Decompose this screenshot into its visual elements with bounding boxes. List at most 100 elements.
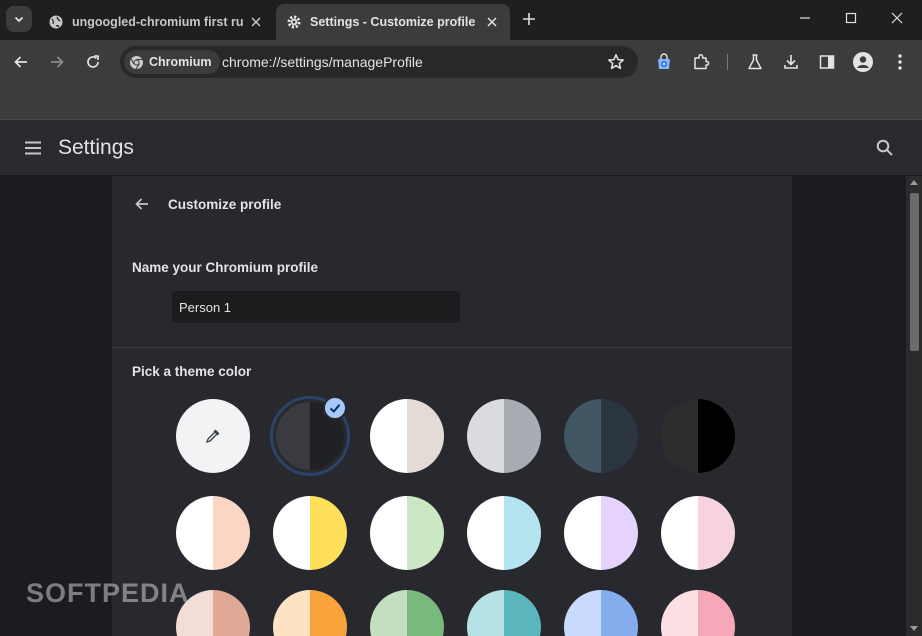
- arrow-right-icon: [51, 56, 64, 68]
- theme-color-swatch[interactable]: [370, 399, 444, 473]
- url-text: chrome://settings/manageProfile: [222, 54, 423, 70]
- site-chip-label: Chromium: [149, 55, 212, 69]
- swatch-right-half: [698, 399, 735, 473]
- settings-page: Customize profile Name your Chromium pro…: [0, 176, 906, 636]
- theme-color-swatch[interactable]: [564, 590, 638, 636]
- more-vert-icon: [898, 54, 902, 70]
- tab-settings[interactable]: Settings - Customize profile: [276, 4, 510, 40]
- bookmark-star-button[interactable]: [604, 50, 628, 74]
- web-store-extension-button[interactable]: [650, 48, 678, 76]
- scrollbar-thumb[interactable]: [910, 193, 919, 351]
- settings-header: Settings: [0, 120, 922, 176]
- scroll-down-arrow[interactable]: [910, 626, 918, 631]
- eyedropper-icon: [205, 429, 220, 444]
- profile-name-input[interactable]: [172, 291, 460, 323]
- chrome-labs-button[interactable]: [741, 48, 769, 76]
- bookmarks-bar-area: [0, 84, 922, 120]
- flask-icon: [748, 54, 762, 70]
- minimize-button[interactable]: [782, 0, 828, 36]
- theme-color-swatch[interactable]: [564, 496, 638, 570]
- side-panel-icon: [819, 55, 835, 69]
- swatch-right-half: [698, 496, 735, 570]
- tab-search-button[interactable]: [6, 6, 32, 32]
- section-divider: [112, 347, 792, 348]
- chevron-down-icon: [14, 16, 24, 23]
- swatch-left-half: [467, 496, 504, 570]
- tab-first-run[interactable]: ungoogled-chromium first run: [38, 4, 274, 40]
- puzzle-icon: [694, 53, 710, 70]
- watermark-text: SOFTPEDIA: [26, 578, 190, 608]
- profile-name-label: Name your Chromium profile: [132, 260, 319, 275]
- swatch-left-half: [467, 590, 504, 636]
- swatch-left-half: [564, 399, 601, 473]
- swatch-left-half: [370, 399, 407, 473]
- theme-color-label: Pick a theme color: [132, 364, 252, 379]
- swatch-left-half: [273, 590, 310, 636]
- swatch-right-half: [601, 590, 638, 636]
- subpage-header: Customize profile: [130, 190, 281, 218]
- swatch-right-half: [504, 496, 541, 570]
- swatch-left-half: [661, 399, 698, 473]
- profile-button[interactable]: [849, 48, 877, 76]
- theme-color-swatch[interactable]: [370, 496, 444, 570]
- chromium-logo-icon: [129, 55, 144, 69]
- custom-color-picker[interactable]: [176, 399, 250, 473]
- close-window-button[interactable]: [874, 0, 920, 36]
- avatar-icon: [853, 52, 873, 72]
- search-icon[interactable]: [874, 137, 896, 159]
- site-info-chip[interactable]: Chromium: [124, 50, 220, 74]
- swatch-left-half: [370, 590, 407, 636]
- swatch-left-half: [564, 496, 601, 570]
- new-tab-button[interactable]: [518, 8, 540, 30]
- side-panel-button[interactable]: [813, 48, 841, 76]
- theme-color-swatch[interactable]: [467, 399, 541, 473]
- back-arrow-icon[interactable]: [130, 192, 154, 216]
- scrollbar[interactable]: [906, 176, 922, 636]
- theme-color-swatch[interactable]: [564, 399, 638, 473]
- tab-title: Settings - Customize profile: [310, 15, 476, 29]
- star-icon: [608, 54, 624, 70]
- minimize-icon: [800, 17, 810, 19]
- reload-button[interactable]: [79, 48, 107, 76]
- toolbar-divider: [727, 54, 728, 70]
- maximize-icon: [845, 12, 857, 24]
- theme-color-swatch[interactable]: [661, 399, 735, 473]
- gear-icon: [286, 14, 302, 30]
- theme-color-swatch[interactable]: [273, 496, 347, 570]
- back-button[interactable]: [7, 48, 35, 76]
- theme-color-swatch[interactable]: [467, 496, 541, 570]
- extensions-button[interactable]: [687, 48, 715, 76]
- swatch-right-half: [310, 590, 347, 636]
- swatch-left-half: [564, 590, 601, 636]
- downloads-button[interactable]: [777, 48, 805, 76]
- close-icon: [891, 12, 903, 24]
- maximize-button[interactable]: [828, 0, 874, 36]
- swatch-right-half: [601, 496, 638, 570]
- swatch-left-half: [661, 590, 698, 636]
- swatch-left-half: [467, 399, 504, 473]
- swatch-left-half: [370, 496, 407, 570]
- theme-color-swatch[interactable]: [176, 496, 250, 570]
- theme-color-swatch[interactable]: [661, 496, 735, 570]
- close-tab-icon[interactable]: [480, 10, 504, 34]
- address-bar[interactable]: Chromium chrome://settings/manageProfile: [120, 46, 638, 78]
- scroll-up-arrow[interactable]: [910, 180, 918, 185]
- forward-button[interactable]: [43, 48, 71, 76]
- browser-menu-button[interactable]: [886, 48, 914, 76]
- download-icon: [784, 55, 798, 69]
- close-tab-icon[interactable]: [244, 10, 268, 34]
- theme-color-swatch[interactable]: [661, 590, 735, 636]
- swatch-right-half: [407, 496, 444, 570]
- theme-color-swatch[interactable]: [370, 590, 444, 636]
- swatch-right-half: [213, 496, 250, 570]
- theme-color-swatch[interactable]: [273, 590, 347, 636]
- customize-profile-card: Customize profile Name your Chromium pro…: [112, 176, 792, 636]
- tab-title: ungoogled-chromium first run: [72, 15, 244, 29]
- theme-color-swatch[interactable]: [467, 590, 541, 636]
- swatch-left-half: [273, 496, 310, 570]
- selected-checkmark-icon: [323, 396, 347, 420]
- hamburger-menu-icon[interactable]: [22, 137, 44, 159]
- swatch-right-half: [504, 399, 541, 473]
- swatch-right-half: [504, 590, 541, 636]
- web-store-icon: [658, 53, 670, 69]
